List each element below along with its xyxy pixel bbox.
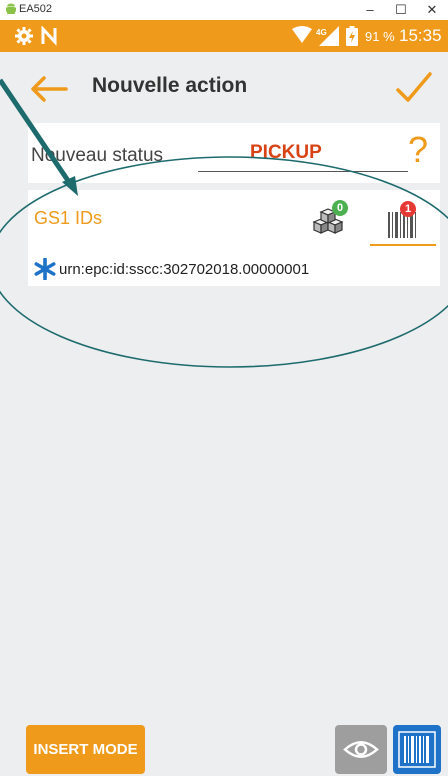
gs1-id-item[interactable]: urn:epc:id:sscc:302702018.00000001 [59, 261, 309, 278]
nfc-n-icon [41, 26, 57, 46]
status-bar: 4G 91 % 15:35 [0, 20, 448, 52]
window-title-bar: EA502 – ☐ ✕ [0, 0, 448, 20]
barcode-icon [398, 731, 436, 768]
boxes-count-badge: 0 [332, 200, 348, 216]
asterisk-icon [34, 258, 56, 280]
barcode-count-badge: 1 [400, 201, 416, 217]
help-icon[interactable]: ? [408, 129, 428, 171]
eye-icon [343, 741, 379, 758]
status-label: Nouveau status [31, 145, 164, 166]
close-icon[interactable]: ✕ [417, 0, 447, 20]
page-title: Nouvelle action [92, 74, 248, 97]
scan-button[interactable] [393, 725, 441, 774]
barcode-tab-button[interactable]: 1 [370, 200, 436, 246]
arrow-left-icon[interactable] [28, 74, 68, 104]
status-value-select[interactable]: PICKUP [250, 142, 322, 164]
active-tab-indicator [370, 244, 436, 246]
checkmark-icon[interactable] [394, 68, 434, 108]
gs1-ids-card: GS1 IDs 0 1 urn:epc:id:sscc:302702018.00… [28, 190, 440, 286]
minimize-icon[interactable]: – [355, 0, 385, 20]
wifi-icon [292, 26, 312, 43]
clock: 15:35 [399, 26, 442, 45]
battery-icon [346, 26, 358, 46]
settings-gear-icon [15, 27, 33, 45]
view-button[interactable] [335, 725, 387, 774]
gs1-ids-title: GS1 IDs [34, 208, 103, 228]
android-icon [6, 3, 16, 14]
cellular-signal-icon: 4G [316, 26, 339, 46]
app-bar: Nouvelle action [0, 52, 448, 122]
status-card: Nouveau status PICKUP ? [28, 123, 440, 183]
maximize-icon[interactable]: ☐ [386, 0, 416, 20]
window-title: EA502 [19, 3, 53, 15]
status-underline [198, 171, 408, 172]
insert-mode-button[interactable]: INSERT MODE [26, 725, 145, 774]
boxes-tab-button[interactable]: 0 [312, 200, 352, 236]
battery-percentage: 91 % [365, 29, 395, 44]
svg-text:4G: 4G [316, 28, 327, 37]
